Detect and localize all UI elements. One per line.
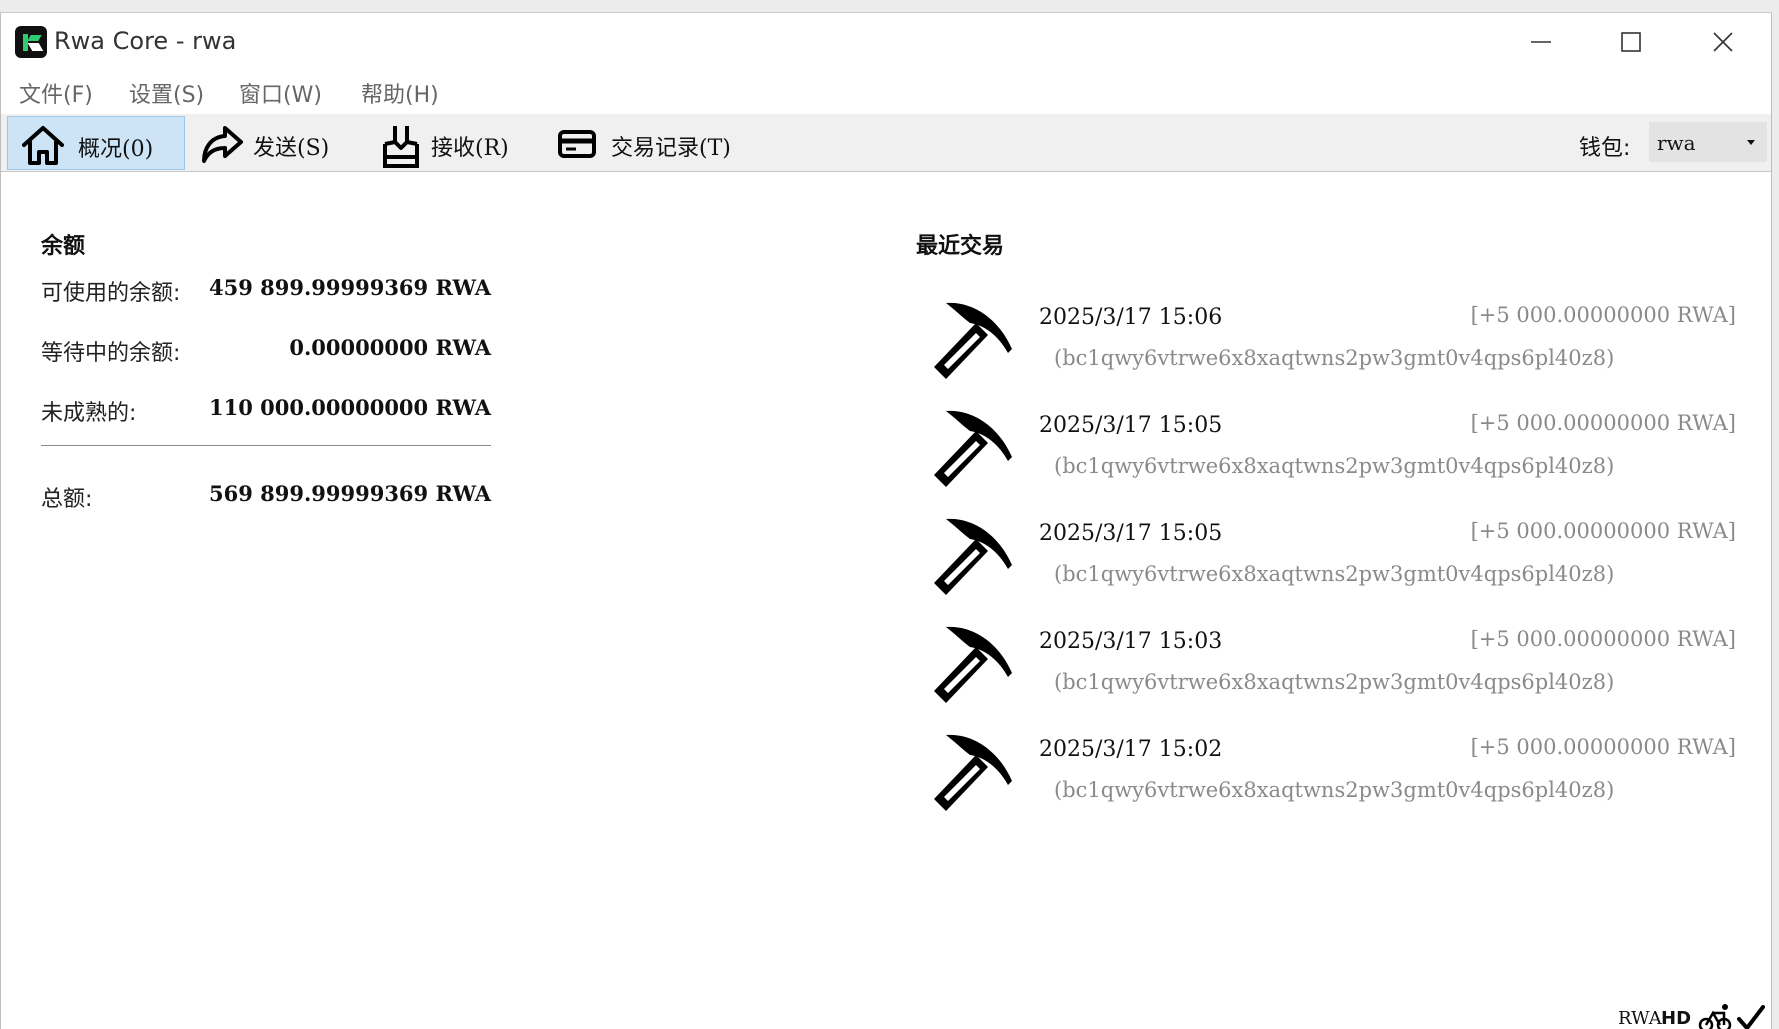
transaction-address: (bc1qwy6vtrwe6x8xaqtwns2pw3gmt0v4qps6pl4… [1054, 670, 1615, 694]
status-unit[interactable]: RWA [1618, 1008, 1662, 1029]
toolbar: 概况(0) 发送(S) 接收(R) 交易记录(T) 钱包: rwa [1, 114, 1771, 172]
tab-overview-label: 概况(0) [78, 137, 154, 162]
window-title: Rwa Core - rwa [54, 27, 237, 55]
transaction-amount: [+5 000.00000000 RWA] [1470, 519, 1736, 543]
close-icon [1713, 32, 1733, 52]
immature-value: 110 000.00000000 RWA [208, 395, 491, 420]
total-label: 总额: [41, 487, 93, 512]
wallet-label: 钱包: [1579, 136, 1631, 161]
menu-bar: 文件(F) 设置(S) 窗口(W) 帮助(H) [1, 69, 1771, 113]
main-window: Rwa Core - rwa 文件(F) 设置(S) 窗口(W) 帮助(H) 概… [0, 12, 1772, 1029]
pending-label: 等待中的余额: [41, 341, 181, 366]
transaction-address: (bc1qwy6vtrwe6x8xaqtwns2pw3gmt0v4qps6pl4… [1054, 346, 1615, 370]
transaction-row[interactable]: 2025/3/17 15:02 [+5 000.00000000 RWA] (bc1… [916, 725, 1736, 825]
transaction-date: 2025/3/17 15:02 [1039, 737, 1223, 762]
minimize-button[interactable] [1497, 13, 1587, 69]
synced-check-icon [1737, 1005, 1765, 1029]
credit-card-icon [558, 130, 596, 158]
send-arrow-icon [202, 126, 243, 163]
menu-window[interactable]: 窗口(W) [239, 77, 322, 109]
wallet-dropdown[interactable]: rwa [1649, 122, 1767, 162]
maximize-icon [1621, 32, 1641, 52]
chevron-down-icon [1747, 140, 1755, 145]
menu-help[interactable]: 帮助(H) [361, 77, 439, 109]
tab-receive[interactable]: 接收(R) [373, 116, 523, 170]
wallet-dropdown-value: rwa [1657, 131, 1696, 155]
pickaxe-icon [934, 410, 1012, 487]
transaction-row[interactable]: 2025/3/17 15:03 [+5 000.00000000 RWA] (bc1… [916, 617, 1736, 717]
pickaxe-icon [934, 734, 1012, 811]
app-logo-icon [15, 26, 47, 58]
tab-receive-label: 接收(R) [431, 136, 509, 161]
available-label: 可使用的余额: [41, 281, 181, 306]
transaction-row[interactable]: 2025/3/17 15:06 [+5 000.00000000 RWA] (bc1… [916, 293, 1736, 393]
maximize-button[interactable] [1587, 13, 1677, 69]
network-activity-icon[interactable] [1698, 1003, 1732, 1029]
home-icon [22, 126, 64, 165]
immature-label: 未成熟的: [41, 401, 137, 426]
transaction-amount: [+5 000.00000000 RWA] [1470, 735, 1736, 759]
minimize-icon [1531, 41, 1551, 43]
pickaxe-icon [934, 302, 1012, 379]
transaction-address: (bc1qwy6vtrwe6x8xaqtwns2pw3gmt0v4qps6pl4… [1054, 562, 1615, 586]
tab-transactions-label: 交易记录(T) [611, 136, 731, 161]
available-value: 459 899.99999369 RWA [208, 275, 491, 300]
transaction-date: 2025/3/17 15:03 [1039, 629, 1223, 654]
transaction-address: (bc1qwy6vtrwe6x8xaqtwns2pw3gmt0v4qps6pl4… [1054, 454, 1615, 478]
tab-send-label: 发送(S) [253, 136, 330, 161]
transaction-amount: [+5 000.00000000 RWA] [1470, 303, 1736, 327]
title-bar[interactable]: Rwa Core - rwa [1, 13, 1771, 69]
pickaxe-icon [934, 518, 1012, 595]
balance-divider [41, 445, 491, 446]
transaction-amount: [+5 000.00000000 RWA] [1470, 411, 1736, 435]
receive-inbox-icon [383, 126, 419, 168]
total-value: 569 899.99999369 RWA [208, 481, 491, 506]
tab-overview[interactable]: 概况(0) [7, 116, 185, 170]
balances-title: 余额 [41, 234, 86, 259]
menu-settings[interactable]: 设置(S) [129, 77, 204, 109]
tab-transactions[interactable]: 交易记录(T) [553, 116, 753, 170]
transaction-row[interactable]: 2025/3/17 15:05 [+5 000.00000000 RWA] (bc1… [916, 401, 1736, 501]
transaction-date: 2025/3/17 15:05 [1039, 521, 1223, 546]
pickaxe-icon [934, 626, 1012, 703]
transaction-amount: [+5 000.00000000 RWA] [1470, 627, 1736, 651]
transaction-row[interactable]: 2025/3/17 15:05 [+5 000.00000000 RWA] (bc1… [916, 509, 1736, 609]
transaction-date: 2025/3/17 15:06 [1039, 305, 1223, 330]
recent-transactions-title: 最近交易 [916, 234, 1005, 259]
menu-file[interactable]: 文件(F) [19, 77, 93, 109]
transaction-address: (bc1qwy6vtrwe6x8xaqtwns2pw3gmt0v4qps6pl4… [1054, 778, 1615, 802]
transaction-date: 2025/3/17 15:05 [1039, 413, 1223, 438]
tab-send[interactable]: 发送(S) [191, 116, 341, 170]
close-button[interactable] [1679, 13, 1769, 69]
pending-value: 0.00000000 RWA [289, 335, 491, 360]
status-hd: HD [1661, 1008, 1692, 1029]
